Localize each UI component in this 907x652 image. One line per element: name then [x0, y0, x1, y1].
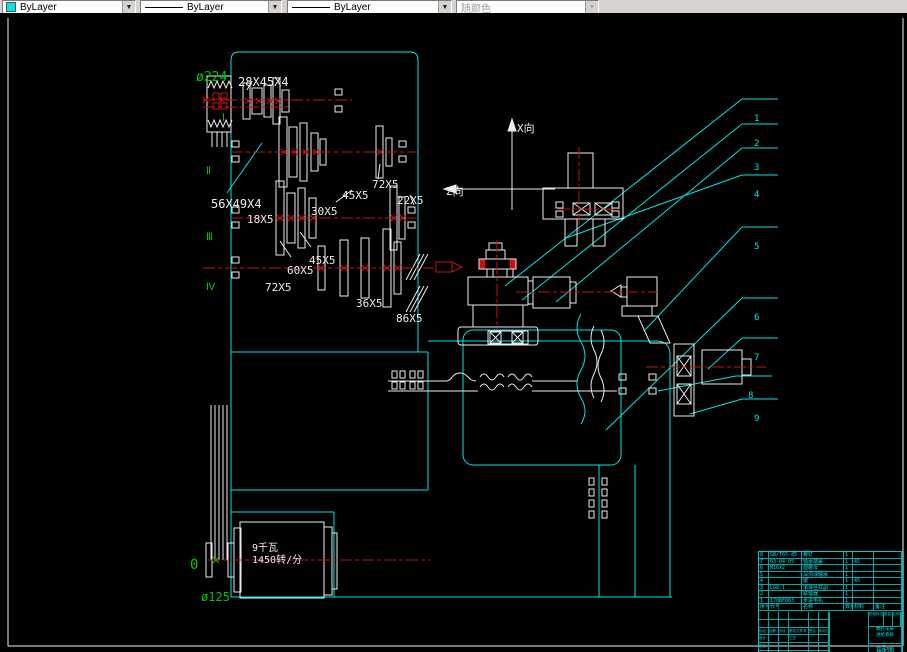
- gear-label-18x5: 18X5: [247, 213, 274, 226]
- x-axis-label: X向: [517, 122, 535, 135]
- stage-label: 重量: [884, 612, 893, 626]
- motor-speed-label: 1450转/分: [252, 555, 303, 566]
- revision-cell: 校核: [759, 643, 769, 651]
- gear-label-36x5: 36X5: [356, 297, 383, 310]
- shaft-marker-4: Ⅳ: [206, 282, 216, 293]
- sheet-title: 装配图: [869, 644, 902, 652]
- motor-power-label: 9千瓦: [252, 543, 279, 554]
- revision-cell: [819, 619, 829, 628]
- revision-cell: [779, 635, 789, 644]
- stage-label: 阶段标记: [869, 612, 884, 626]
- revision-cell: [759, 612, 769, 620]
- lineweight-sample-icon: [292, 6, 330, 8]
- cad-window: ByLayer ▼ ByLayer ▼ ByLayer ▼ 随颜色 ▼ 28X4…: [0, 0, 907, 652]
- callout-number-1: 1: [754, 114, 760, 124]
- revision-cell: [779, 612, 789, 620]
- revision-cell: [779, 643, 789, 651]
- lineweight-value: ByLayer: [334, 1, 371, 13]
- bom-header-cell: 备注: [874, 604, 902, 611]
- shaft-marker-1: Ⅰ: [222, 113, 225, 124]
- revision-cell: [809, 619, 819, 628]
- revision-cell: 处数: [769, 627, 779, 636]
- z-axis-label: Z向: [446, 185, 464, 198]
- bom-header-cell: 材料: [853, 604, 874, 611]
- shaft-marker-2: Ⅱ: [206, 166, 211, 177]
- revision-cell: 设计: [759, 635, 769, 644]
- revision-cell: [819, 635, 829, 644]
- bom-header-cell: 名称: [802, 604, 844, 611]
- gear-label-60x5: 60X5: [287, 264, 314, 277]
- revision-cell: [789, 612, 809, 620]
- bom-header-cell: 序号: [759, 604, 769, 611]
- revision-cell: [759, 619, 769, 628]
- org-line2: 进给系统: [876, 633, 894, 638]
- revision-cell: 工艺: [789, 635, 809, 644]
- gear-label-72x5-top: 72X5: [372, 178, 399, 191]
- bom-header-row: 序号代号名称数量材料备注: [759, 604, 902, 611]
- lineweight-combo[interactable]: ByLayer ▼: [287, 0, 452, 14]
- pulley-dia-125-label: ø125: [201, 590, 230, 604]
- revision-cell: [789, 643, 809, 651]
- color-dropdown-arrow-icon[interactable]: ▼: [122, 1, 135, 13]
- lineweight-dropdown-arrow-icon[interactable]: ▼: [438, 1, 451, 13]
- gear-label-72x5-low: 72X5: [265, 281, 292, 294]
- revision-cell: [769, 643, 779, 651]
- plotstyle-combo: 随颜色 ▼: [456, 0, 599, 14]
- callout-number-7: 7: [754, 353, 760, 363]
- color-value: ByLayer: [20, 1, 57, 13]
- revision-cell: 标记: [759, 627, 769, 636]
- linetype-combo[interactable]: ByLayer ▼: [140, 0, 282, 14]
- revision-cell: [769, 619, 779, 628]
- revision-cell: [769, 612, 779, 620]
- properties-toolbar: ByLayer ▼ ByLayer ▼ ByLayer ▼ 随颜色 ▼: [0, 0, 907, 14]
- revision-cell: [819, 612, 829, 620]
- linetype-value: ByLayer: [187, 1, 224, 13]
- revision-cell: [819, 643, 829, 651]
- revision-cell: [809, 612, 819, 620]
- revision-cell: [769, 635, 779, 644]
- drawing-canvas[interactable]: 28X45X4 56X49X4 18X5 30X5 45X5 72X5 22X5…: [0, 13, 907, 652]
- callout-number-6: 6: [754, 313, 760, 323]
- pulley-dia-224-label: ø224: [196, 70, 228, 85]
- revision-cell: 签名: [809, 627, 819, 636]
- stage-row: 阶段标记 重量 比例: [869, 612, 902, 627]
- callout-number-9: 9: [754, 414, 760, 424]
- revision-cell: 分区: [779, 627, 789, 636]
- callout-number-8: 8: [748, 391, 754, 401]
- bom-header-cell: 数量: [844, 604, 853, 611]
- revision-cell: 更改文件号: [789, 627, 809, 636]
- callout-number-4: 4: [754, 190, 760, 200]
- gear-label-45x5-top: 45X5: [342, 189, 369, 202]
- title-block: 8 GB/T65-85 螺钉 1 7 03-04-05 轴承端盖 1 45 6 M16X2 圆螺母 1 5…: [758, 551, 903, 652]
- zero-marker: 0: [190, 557, 199, 573]
- gear-label-86x5: 86X5: [396, 312, 423, 325]
- drawing-number-box: [829, 612, 869, 652]
- plotstyle-value: 随颜色: [461, 3, 491, 14]
- gear-label-28x45x4: 28X45X4: [238, 75, 289, 89]
- plotstyle-dropdown-arrow-icon: ▼: [585, 1, 598, 13]
- callout-number-3: 3: [754, 163, 760, 173]
- layer-color-combo[interactable]: ByLayer ▼: [2, 0, 136, 14]
- revision-cell: [809, 643, 819, 651]
- revision-cell: [779, 619, 789, 628]
- revision-cell: [789, 619, 809, 628]
- callout-number-5: 5: [754, 242, 760, 252]
- callout-number-2: 2: [754, 139, 760, 149]
- linetype-sample-icon: [145, 6, 183, 8]
- revision-cell: [809, 635, 819, 644]
- bom-header-cell: 代号: [769, 604, 802, 611]
- shaft-marker-3: Ⅲ: [206, 232, 213, 243]
- stage-label: 比例: [893, 612, 901, 626]
- color-swatch: [6, 2, 16, 12]
- revision-cell: 年月日: [819, 627, 829, 636]
- gear-label-56x49x4: 56X49X4: [211, 197, 262, 211]
- linetype-dropdown-arrow-icon[interactable]: ▼: [268, 1, 281, 13]
- org-name: 数控车床 进给系统: [869, 627, 902, 644]
- gear-label-22x5: 22X5: [397, 194, 424, 207]
- gear-label-30x5: 30X5: [311, 205, 338, 218]
